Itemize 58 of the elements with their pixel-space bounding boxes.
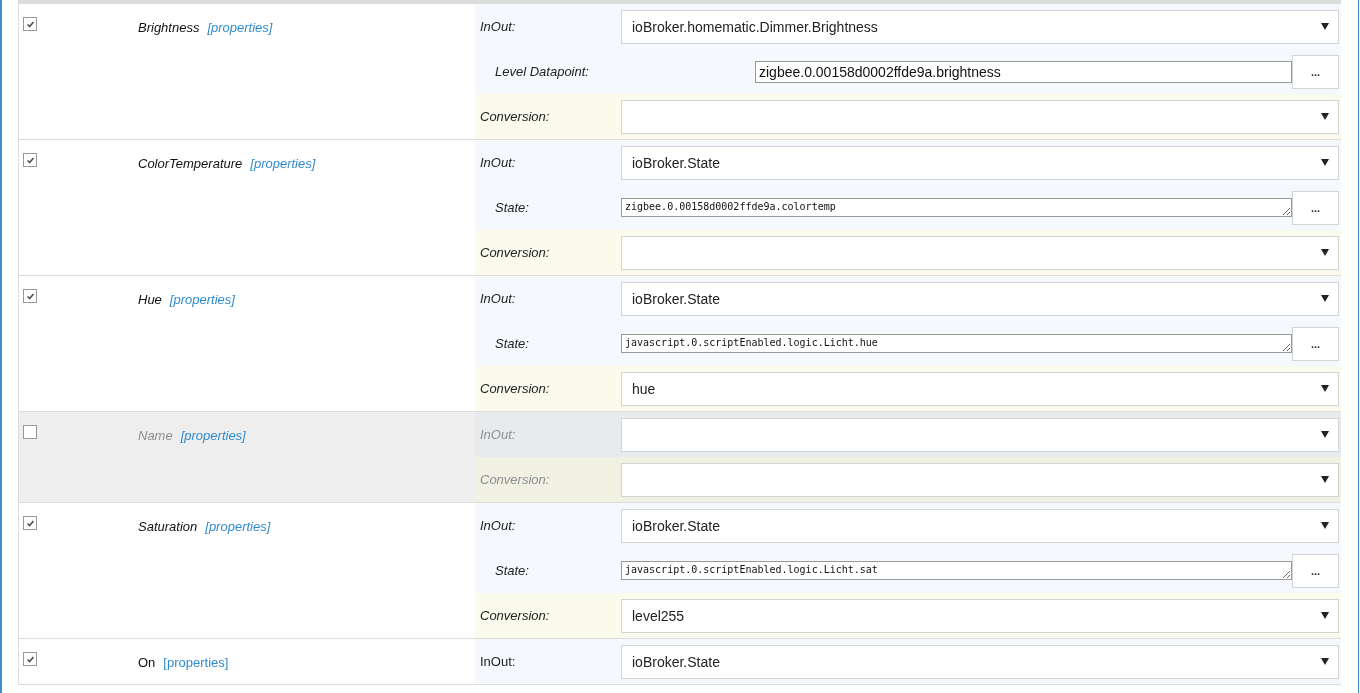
- state-textarea[interactable]: javascript.0.scriptEnabled.logic.Licht.hue: [621, 334, 1292, 353]
- field-label: InOut:: [479, 427, 517, 442]
- browse-button[interactable]: ...: [1292, 190, 1339, 225]
- inout-select[interactable]: ioBroker.State: [621, 508, 1339, 543]
- caret-icon: [1321, 431, 1329, 438]
- channel-name: Name: [138, 428, 173, 443]
- conversion-select[interactable]: hue: [621, 371, 1339, 406]
- channel-name: Brightness: [138, 20, 200, 35]
- field-label: InOut:: [479, 19, 517, 34]
- inout-select[interactable]: ioBroker.State: [621, 644, 1339, 679]
- properties-link[interactable]: [properties]: [163, 655, 229, 670]
- caret-icon: [1321, 113, 1329, 120]
- checkbox[interactable]: [23, 516, 37, 530]
- field-label: State:: [494, 336, 530, 351]
- checkbox[interactable]: [23, 425, 37, 439]
- caret-icon: [1321, 249, 1329, 256]
- channel-name: ColorTemperature: [138, 156, 243, 171]
- field-label: InOut:: [479, 155, 517, 170]
- field-label: Conversion:: [479, 472, 551, 487]
- conversion-select[interactable]: level255: [621, 598, 1339, 633]
- field-label: State:: [494, 200, 530, 215]
- checkbox[interactable]: [23, 17, 37, 31]
- inout-select[interactable]: ioBroker.State: [621, 145, 1339, 180]
- caret-icon: [1321, 295, 1329, 302]
- channel-name: Hue: [138, 292, 162, 307]
- properties-link[interactable]: [properties]: [205, 519, 271, 534]
- browse-button[interactable]: ...: [1292, 553, 1339, 588]
- field-label: Level Datapoint:: [494, 64, 590, 79]
- state-textarea[interactable]: javascript.0.scriptEnabled.logic.Licht.sat: [621, 561, 1292, 580]
- caret-icon: [1321, 385, 1329, 392]
- datapoint-input[interactable]: zigbee.0.00158d0002ffde9a.brightness: [755, 60, 1292, 83]
- caret-icon: [1321, 612, 1329, 619]
- inout-select[interactable]: ioBroker.homematic.Dimmer.Brightness: [621, 9, 1339, 44]
- caret-icon: [1321, 159, 1329, 166]
- caret-icon: [1321, 658, 1329, 665]
- field-label: Conversion:: [479, 381, 551, 396]
- field-label: InOut:: [479, 518, 517, 533]
- field-label: Conversion:: [479, 608, 551, 623]
- channel-name: On: [138, 655, 156, 670]
- inout-select[interactable]: ioBroker.State: [621, 281, 1339, 316]
- properties-link[interactable]: [properties]: [169, 292, 235, 307]
- field-label: State:: [494, 563, 530, 578]
- checkbox[interactable]: [23, 652, 37, 666]
- caret-icon: [1321, 476, 1329, 483]
- field-label: InOut:: [479, 291, 517, 306]
- properties-link[interactable]: [properties]: [250, 156, 316, 171]
- caret-icon: [1321, 23, 1329, 30]
- checkbox[interactable]: [23, 289, 37, 303]
- field-label: InOut:: [479, 654, 517, 669]
- field-label: Conversion:: [479, 109, 551, 124]
- state-textarea[interactable]: zigbee.0.00158d0002ffde9a.colortemp: [621, 198, 1292, 217]
- browse-button[interactable]: ...: [1292, 54, 1339, 89]
- channel-name: Saturation: [138, 519, 198, 534]
- properties-link[interactable]: [properties]: [207, 20, 273, 35]
- field-label: Conversion:: [479, 245, 551, 260]
- caret-icon: [1321, 522, 1329, 529]
- checkbox[interactable]: [23, 153, 37, 167]
- browse-button[interactable]: ...: [1292, 326, 1339, 361]
